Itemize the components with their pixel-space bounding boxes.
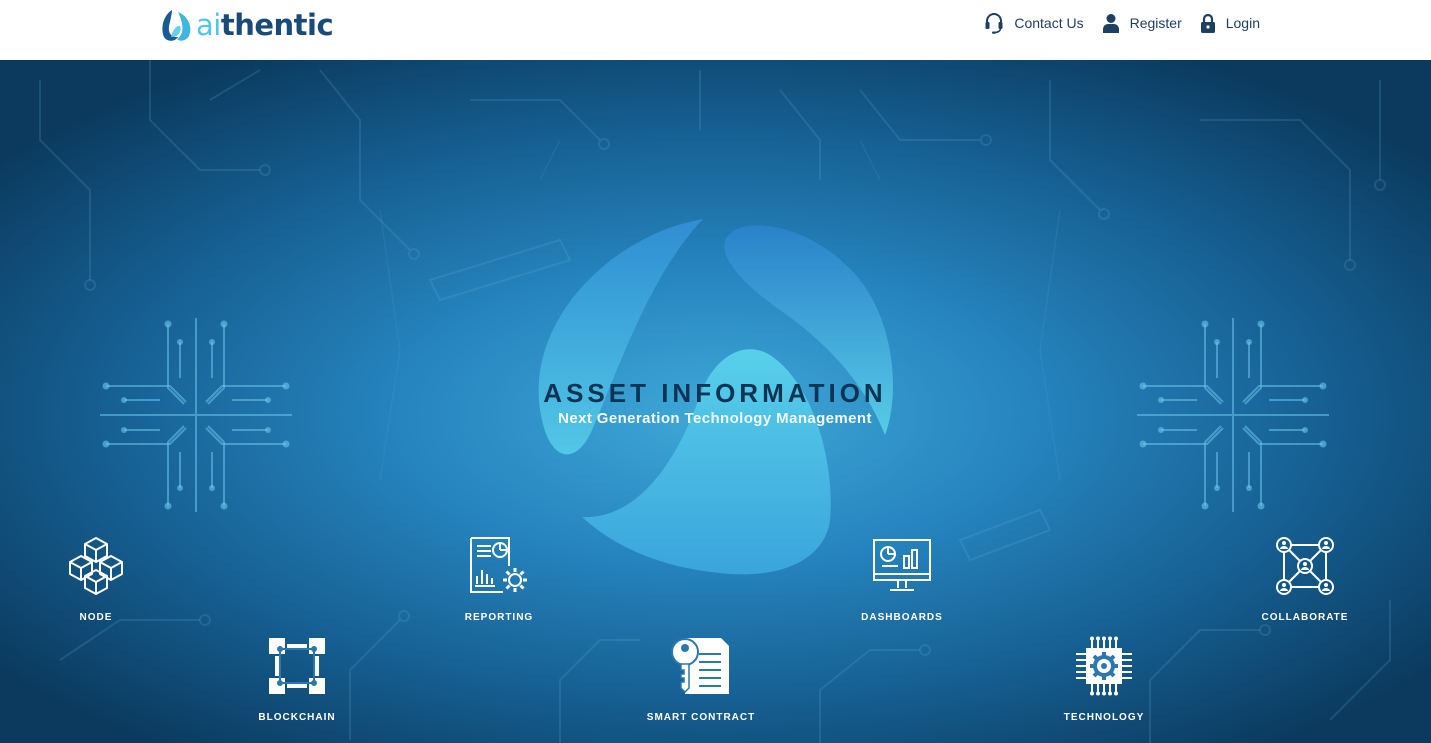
- contact-us-label: Contact Us: [1014, 15, 1084, 31]
- network-people-icon: [1276, 537, 1334, 595]
- contact-us-link[interactable]: Contact Us: [984, 12, 1084, 34]
- feature-smart-contract[interactable]: SMART CONTRACT: [631, 636, 771, 723]
- feature-reporting[interactable]: REPORTING: [429, 536, 569, 623]
- key-document-icon: [671, 638, 729, 694]
- feature-technology[interactable]: TECHNOLOGY: [1034, 636, 1174, 723]
- blockchain-nodes-icon: [269, 638, 325, 694]
- site-header: aithentic Contact Us Register Login: [0, 0, 1431, 60]
- feature-label-technology: TECHNOLOGY: [1063, 712, 1145, 723]
- feature-blockchain[interactable]: BLOCKCHAIN: [227, 636, 367, 723]
- logo-text-ai: ai: [196, 7, 221, 42]
- feature-label-reporting: REPORTING: [464, 612, 534, 623]
- headset-icon: [985, 13, 1003, 34]
- monitor-chart-icon: [873, 539, 931, 591]
- hero-title: ASSET INFORMATION: [543, 378, 887, 408]
- cubes-icon: [69, 537, 123, 595]
- hero-subtitle: Next Generation Technology Management: [558, 410, 872, 427]
- login-link[interactable]: Login: [1200, 13, 1260, 33]
- feature-label-dashboards: DASHBOARDS: [861, 612, 943, 623]
- circuit-burst-left-icon: [100, 318, 292, 512]
- chip-gear-icon: [1076, 636, 1132, 696]
- top-nav: Contact Us Register Login: [984, 12, 1260, 34]
- feature-collaborate[interactable]: COLLABORATE: [1235, 536, 1375, 623]
- user-icon: [1102, 14, 1119, 33]
- logo-wordmark: aithentic: [196, 7, 334, 42]
- lock-icon: [1200, 13, 1215, 33]
- register-link[interactable]: Register: [1102, 13, 1182, 33]
- hero-banner: ASSET INFORMATION Next Generation Techno…: [0, 60, 1431, 743]
- feature-label-node: NODE: [79, 612, 113, 623]
- report-gear-icon: [470, 537, 527, 593]
- feature-label-smart-contract: SMART CONTRACT: [646, 712, 756, 723]
- aithentic-logo[interactable]: aithentic: [158, 6, 334, 44]
- circuit-burst-right-icon: [1137, 318, 1329, 512]
- feature-dashboards[interactable]: DASHBOARDS: [832, 536, 972, 623]
- feature-label-blockchain: BLOCKCHAIN: [258, 712, 336, 723]
- logo-text-rest: thentic: [220, 7, 334, 42]
- feature-label-collaborate: COLLABORATE: [1261, 612, 1349, 623]
- register-label: Register: [1129, 15, 1182, 31]
- logo-mark-icon: [162, 10, 191, 41]
- login-label: Login: [1225, 15, 1260, 31]
- feature-node[interactable]: NODE: [26, 536, 166, 623]
